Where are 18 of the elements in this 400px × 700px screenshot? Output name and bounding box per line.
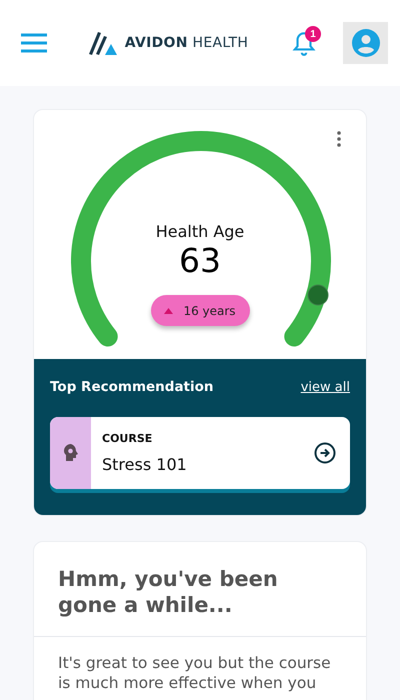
profile-button[interactable] — [343, 22, 388, 64]
course-category: COURSE — [102, 432, 154, 445]
view-all-link[interactable]: view all — [300, 380, 350, 394]
health-age-label: Health Age — [156, 222, 244, 241]
logo-icon — [88, 30, 119, 56]
head-gear-icon — [62, 444, 78, 462]
logo-text: AVIDON HEALTH — [124, 35, 248, 51]
message-title: Hmm, you've been gone a while... — [34, 542, 366, 637]
more-options-button[interactable] — [334, 130, 344, 148]
course-name: Stress 101 — [102, 455, 188, 474]
recommendation-title: Top Recommendation — [50, 379, 214, 395]
change-text: 16 years — [183, 304, 236, 318]
notifications-button[interactable]: 1 — [287, 26, 321, 60]
health-age-value: 63 — [179, 241, 221, 281]
course-card[interactable]: COURSE Stress 101 — [50, 417, 350, 489]
arrow-circle-icon — [314, 442, 336, 464]
message-body: It's great to see you but the course is much more effective when you — [57, 653, 332, 694]
notification-badge: 1 — [305, 26, 321, 42]
